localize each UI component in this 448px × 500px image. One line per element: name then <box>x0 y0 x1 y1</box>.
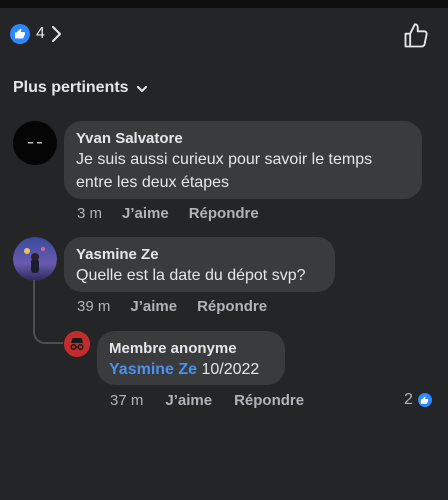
comment-author[interactable]: Yasmine Ze <box>76 245 323 264</box>
like-reply-button[interactable]: J’aime <box>165 392 212 409</box>
sort-label: Plus pertinents <box>13 79 129 96</box>
comment-bubble: Yvan Salvatore Je suis aussi curieux pou… <box>64 121 422 199</box>
comment-time[interactable]: 3 m <box>77 205 102 222</box>
like-count: 4 <box>36 25 45 42</box>
avatar[interactable] <box>13 121 57 165</box>
incognito-icon <box>64 331 90 357</box>
reply-text: Yasmine Ze 10/2022 <box>109 358 273 381</box>
like-comment-button[interactable]: J’aime <box>122 205 169 222</box>
status-bar-strip <box>0 0 448 8</box>
like-comment-button[interactable]: J’aime <box>130 298 177 315</box>
sort-dropdown[interactable]: Plus pertinents <box>13 79 147 97</box>
comment-text: Quelle est la date du dépot svp? <box>76 267 306 284</box>
comment-actions: 39 m J’aime Répondre <box>77 298 267 315</box>
reply-author: Membre anonyme <box>109 340 237 357</box>
reply-button[interactable]: Répondre <box>197 298 267 315</box>
reply-text-body: 10/2022 <box>197 361 260 378</box>
chevron-right-icon <box>51 26 61 42</box>
anonymous-avatar <box>64 331 90 357</box>
reply-actions: 37 m J’aime Répondre <box>110 392 304 409</box>
reply-button[interactable]: Répondre <box>189 205 259 222</box>
reply-time[interactable]: 37 m <box>110 392 143 409</box>
reply-button[interactable]: Répondre <box>234 392 304 409</box>
avatar[interactable] <box>13 237 57 281</box>
comment-author[interactable]: Yvan Salvatore <box>76 129 410 148</box>
comment-text: Je suis aussi curieux pour savoir le tem… <box>76 151 373 191</box>
like-badge-icon <box>416 392 433 408</box>
like-button[interactable] <box>402 22 430 50</box>
reply-thread-line <box>33 280 63 344</box>
comment-bubble: Yasmine Ze Quelle est la date du dépot s… <box>64 237 335 292</box>
comment-time[interactable]: 39 m <box>77 298 110 315</box>
thumbs-up-outline-icon <box>404 23 428 48</box>
comment-actions: 3 m J’aime Répondre <box>77 205 259 222</box>
reaction-summary[interactable]: 4 <box>10 24 61 44</box>
reply-reactions[interactable]: 2 <box>404 391 433 409</box>
reactions-header: 4 <box>0 14 448 58</box>
reply-bubble: Membre anonyme Yasmine Ze 10/2022 <box>97 331 285 385</box>
reply-reaction-count: 2 <box>404 391 413 408</box>
like-badge-icon <box>10 24 30 44</box>
chevron-down-icon <box>136 85 147 92</box>
mention-link[interactable]: Yasmine Ze <box>109 361 197 378</box>
